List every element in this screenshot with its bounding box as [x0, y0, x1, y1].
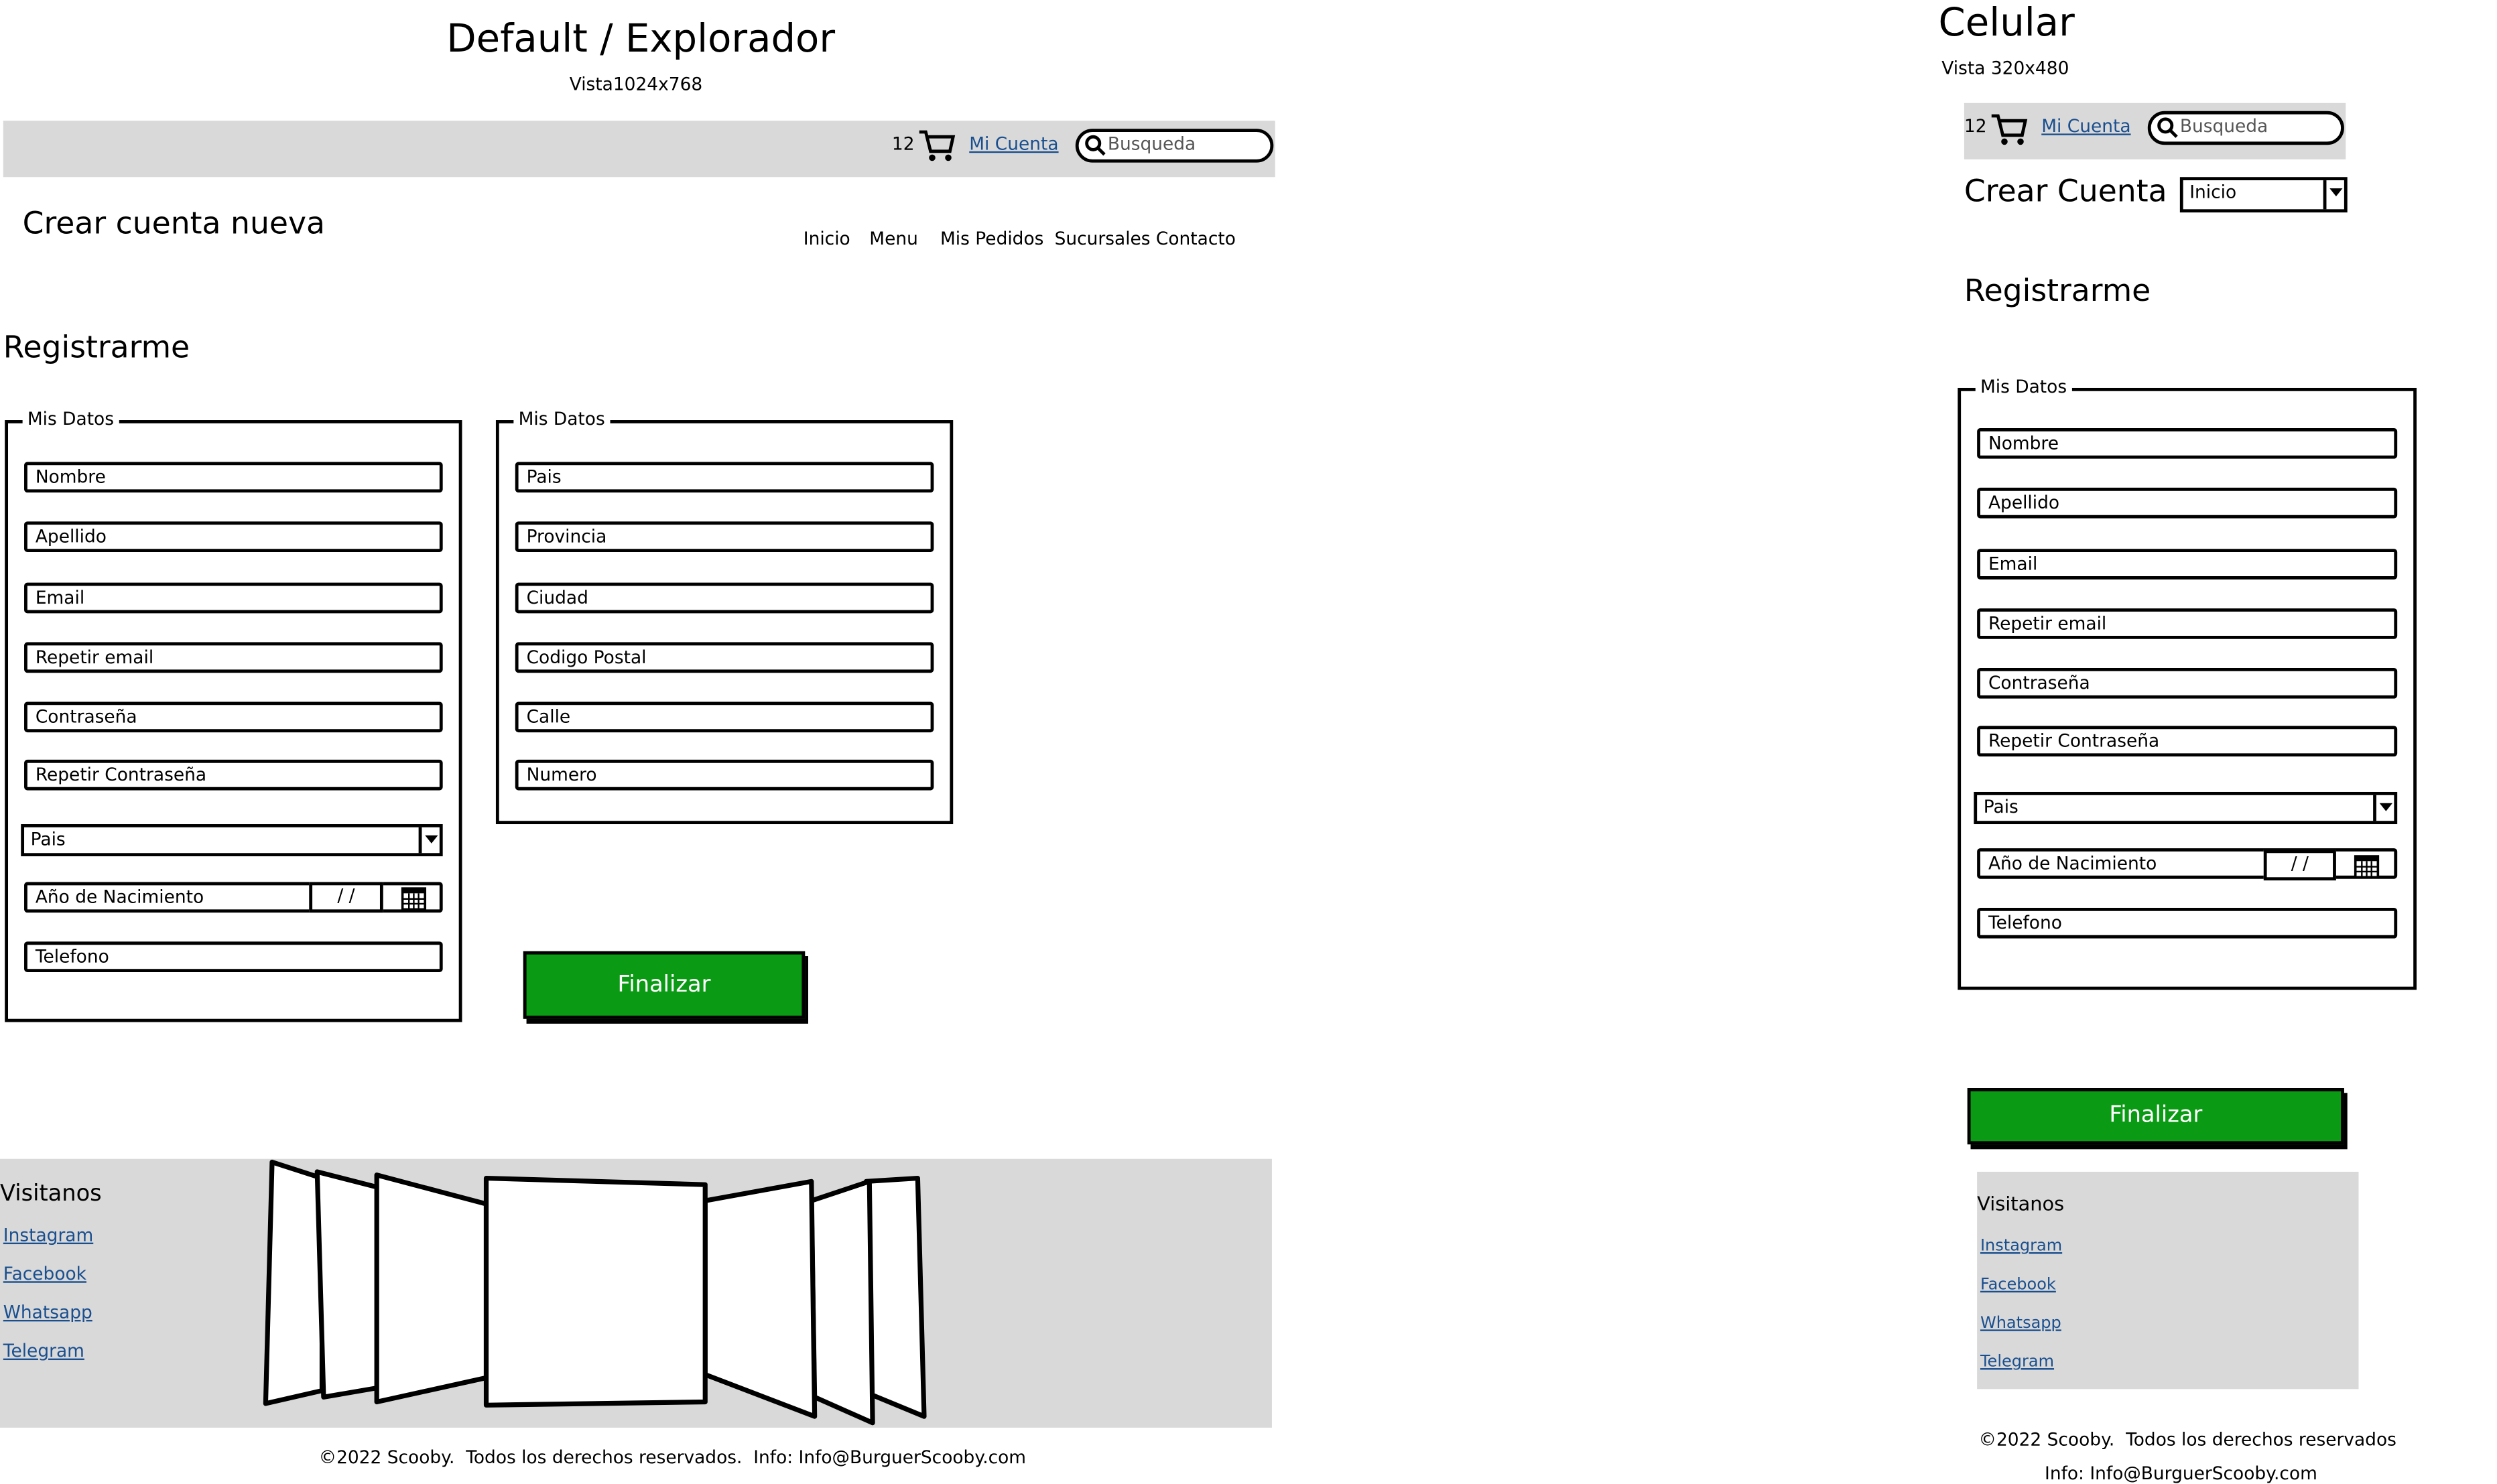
whatsapp-link[interactable]: Whatsapp: [1980, 1305, 2062, 1344]
search-icon: [2157, 117, 2178, 138]
repeat-email-field[interactable]: Repetir email: [24, 642, 443, 673]
group-legend: Mis Datos: [513, 409, 610, 430]
mobile-nombre-field[interactable]: Nombre: [1977, 428, 2398, 459]
mobile-country-select-value: Pais: [1983, 797, 2019, 818]
mobile-phone-field[interactable]: Telefono: [1977, 907, 2398, 939]
mobile-search-placeholder: Busqueda: [2179, 115, 2268, 137]
mobile-page-title: Crear Cuenta: [1964, 174, 2167, 210]
birth-year-label: Año de Nacimiento: [35, 886, 204, 908]
chevron-down-icon: [2373, 795, 2394, 821]
mobile-nav-select[interactable]: Inicio: [2179, 177, 2348, 213]
postal-code-field[interactable]: Codigo Postal: [515, 642, 934, 673]
wireframe-canvas: Default / Explorador Vista1024x768 12 Mi…: [0, 0, 2497, 1484]
mobile-country-select[interactable]: Pais: [1974, 791, 2398, 825]
mobile-repeat-email-field[interactable]: Repetir email: [1977, 608, 2398, 639]
number-field[interactable]: Numero: [515, 759, 934, 791]
mobile-footer-title: Visitanos: [1977, 1193, 2065, 1215]
desktop-page-title: Crear cuenta nueva: [22, 206, 325, 242]
mobile-search-input[interactable]: Busqueda: [2147, 111, 2344, 145]
search-icon: [1085, 135, 1106, 156]
mobile-apellido-field[interactable]: Apellido: [1977, 487, 2398, 519]
desktop-account-link[interactable]: Mi Cuenta: [969, 133, 1058, 154]
city-field[interactable]: Ciudad: [515, 582, 934, 614]
nav-item-sucursales[interactable]: Sucursales: [1055, 228, 1151, 249]
mobile-heading: Celular: [1938, 0, 2075, 46]
nav-item-inicio[interactable]: Inicio: [804, 228, 850, 249]
desktop-search-input[interactable]: Busqueda: [1075, 129, 1274, 163]
finish-button[interactable]: Finalizar: [523, 951, 806, 1019]
instagram-link[interactable]: Instagram: [1980, 1228, 2062, 1267]
country-select[interactable]: Pais: [21, 824, 443, 857]
mobile-email-field[interactable]: Email: [1977, 549, 2398, 580]
street-field[interactable]: Calle: [515, 701, 934, 733]
mobile-copyright-line1: ©2022 Scooby. Todos los derechos reserva…: [1978, 1429, 2396, 1451]
mobile-password-field[interactable]: Contraseña: [1977, 667, 2398, 699]
mobile-finish-button[interactable]: Finalizar: [1967, 1088, 2344, 1145]
apellido-field[interactable]: Apellido: [24, 521, 443, 553]
desktop-footer-title: Visitanos: [0, 1181, 102, 1207]
phone-field[interactable]: Telefono: [24, 941, 443, 973]
mobile-footer-links: Instagram Facebook Whatsapp Telegram: [1980, 1228, 2062, 1383]
desktop-heading: Default / Explorador: [446, 16, 836, 62]
mobile-birth-year-label: Año de Nacimiento: [1988, 853, 2157, 874]
facebook-link[interactable]: Facebook: [1980, 1267, 2062, 1306]
facebook-link[interactable]: Facebook: [3, 1256, 93, 1294]
desktop-section-title: Registrarme: [3, 330, 190, 366]
group-legend: Mis Datos: [22, 409, 119, 430]
desktop-subheading: Vista1024x768: [569, 74, 703, 95]
nombre-field[interactable]: Nombre: [24, 462, 443, 493]
nav-item-menu[interactable]: Menu: [869, 228, 918, 249]
cart-icon[interactable]: [1990, 113, 2029, 148]
desktop-footer-links: Instagram Facebook Whatsapp Telegram: [3, 1217, 93, 1371]
nav-item-contacto[interactable]: Contacto: [1156, 228, 1236, 249]
desktop-copyright: ©2022 Scooby. Todos los derechos reserva…: [318, 1446, 1027, 1468]
mobile-copyright-line2: Info: Info@BurguerScooby.com: [2045, 1463, 2317, 1484]
province-field[interactable]: Provincia: [515, 521, 934, 553]
calendar-icon[interactable]: [401, 885, 427, 911]
desktop-search-placeholder: Busqueda: [1107, 133, 1196, 155]
chevron-down-icon: [418, 827, 440, 854]
repeat-password-field[interactable]: Repetir Contraseña: [24, 759, 443, 791]
image-carousel[interactable]: [257, 1152, 934, 1429]
cart-icon[interactable]: [917, 129, 956, 164]
nav-item-mis-pedidos[interactable]: Mis Pedidos: [940, 228, 1043, 249]
group-legend: Mis Datos: [1975, 377, 2072, 398]
address-country-field[interactable]: Pais: [515, 462, 934, 493]
telegram-link[interactable]: Telegram: [1980, 1344, 2062, 1383]
password-field[interactable]: Contraseña: [24, 701, 443, 733]
mobile-subheading: Vista 320x480: [1941, 58, 2069, 79]
mobile-section-title: Registrarme: [1964, 273, 2151, 310]
mobile-nav-select-value: Inicio: [2189, 182, 2237, 203]
email-field[interactable]: Email: [24, 582, 443, 614]
country-select-value: Pais: [30, 829, 66, 850]
instagram-link[interactable]: Instagram: [3, 1217, 93, 1256]
mobile-repeat-password-field[interactable]: Repetir Contraseña: [1977, 726, 2398, 757]
whatsapp-link[interactable]: Whatsapp: [3, 1294, 93, 1333]
mobile-account-link[interactable]: Mi Cuenta: [2041, 116, 2130, 137]
chevron-down-icon: [2323, 180, 2344, 210]
mobile-birth-date-input[interactable]: / /: [2263, 850, 2336, 881]
birth-date-input[interactable]: / /: [309, 882, 383, 913]
desktop-cart-count: 12: [891, 133, 915, 155]
calendar-icon[interactable]: [2354, 853, 2380, 879]
mobile-cart-count: 12: [1964, 115, 1987, 137]
telegram-link[interactable]: Telegram: [3, 1333, 93, 1371]
